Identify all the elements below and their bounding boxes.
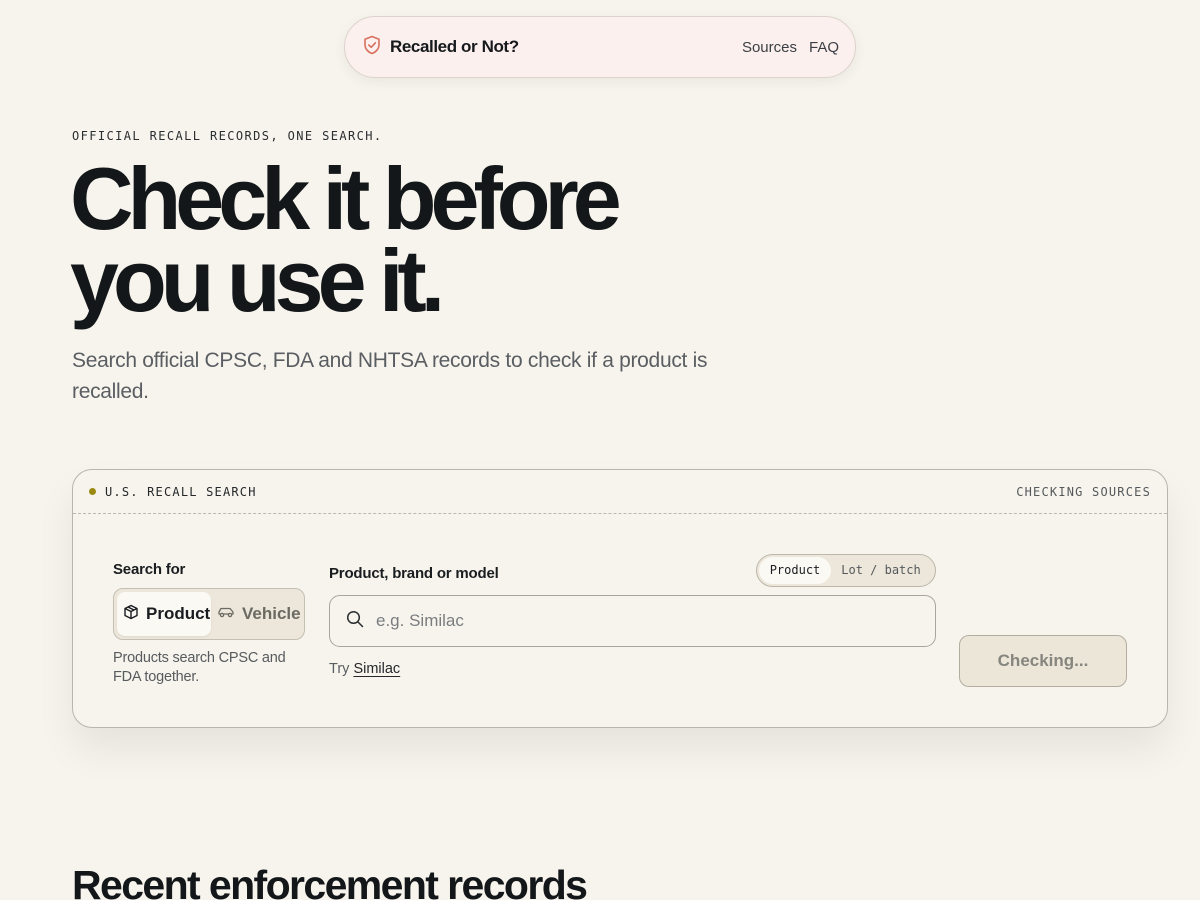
search-type-column: Search for Product Vehicle Products sear… [113, 561, 313, 687]
search-type-help: Products search CPSC and FDA together. [113, 650, 286, 685]
car-icon [217, 604, 235, 624]
recent-records-heading: Recent enforcement records [72, 862, 588, 900]
hero-eyebrow: OFFICIAL RECALL RECORDS, ONE SEARCH. [72, 129, 383, 143]
status-dot [89, 488, 96, 495]
search-input[interactable] [376, 611, 896, 631]
try-suggestion: Try Similac [329, 661, 936, 677]
query-mode-toggle: Product Lot / batch [756, 553, 936, 587]
query-header: Product, brand or model Product Lot / ba… [329, 553, 936, 587]
hero-subtitle: Search official CPSC, FDA and NHTSA reco… [72, 349, 708, 403]
try-prefix: Try [329, 661, 350, 677]
check-button[interactable]: Checking... [959, 635, 1127, 687]
type-option-product[interactable]: Product [117, 592, 211, 636]
type-option-vehicle-label: Vehicle [242, 604, 301, 623]
search-field[interactable] [329, 595, 936, 647]
nav-link-faq[interactable]: FAQ [809, 39, 839, 56]
top-nav: Recalled or Not? Sources FAQ [344, 16, 856, 78]
nav-links: Sources FAQ [742, 39, 839, 56]
brand-name: Recalled or Not? [390, 37, 519, 56]
hero-title: Check it before you use it. [70, 149, 622, 330]
card-header-label: U.S. RECALL SEARCH [105, 484, 257, 499]
card-header-status: CHECKING SOURCES [1016, 484, 1151, 499]
try-suggestion-link[interactable]: Similac [353, 661, 400, 677]
search-type-toggle: Product Vehicle [113, 588, 305, 640]
type-option-product-label: Product [146, 604, 211, 623]
package-icon [123, 604, 139, 625]
query-column: Product, brand or model Product Lot / ba… [329, 553, 936, 677]
search-icon [346, 610, 364, 633]
type-option-vehicle[interactable]: Vehicle [211, 592, 307, 636]
nav-link-sources[interactable]: Sources [742, 39, 797, 56]
mode-option-lot-batch[interactable]: Lot / batch [831, 557, 931, 584]
shield-check-icon [363, 35, 381, 60]
mode-option-product[interactable]: Product [759, 556, 831, 584]
query-label: Product, brand or model [329, 564, 499, 582]
card-header: U.S. RECALL SEARCH CHECKING SOURCES [73, 470, 1167, 514]
recall-search-card: U.S. RECALL SEARCH CHECKING SOURCES Sear… [72, 469, 1168, 728]
brand[interactable]: Recalled or Not? [363, 35, 519, 60]
search-for-label: Search for [113, 561, 186, 578]
